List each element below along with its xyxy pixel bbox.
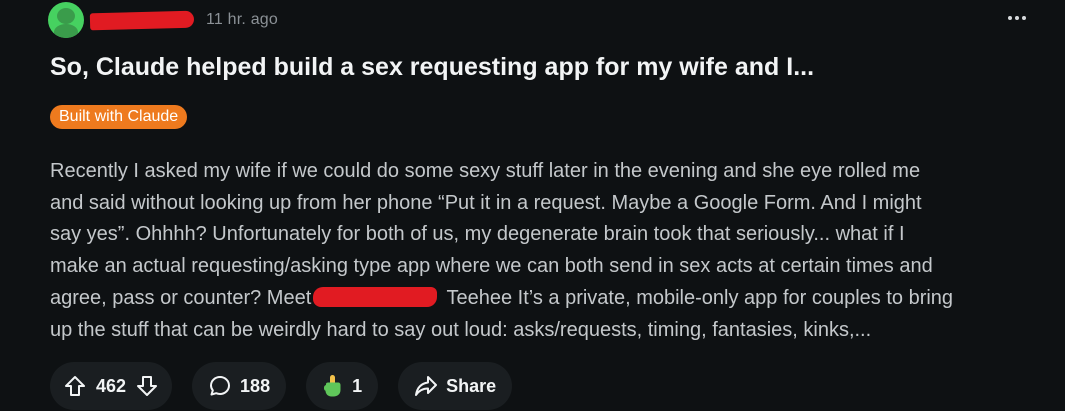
- award-hand-icon: [322, 374, 344, 398]
- app-name-redaction: [313, 286, 438, 307]
- post-header: 11 hr. ago: [48, 2, 278, 38]
- share-button[interactable]: Share: [398, 362, 513, 410]
- award-button[interactable]: 1: [306, 362, 379, 410]
- body-line: and said without looking up from her pho…: [50, 191, 922, 214]
- vote-control: 462: [50, 362, 173, 410]
- upvote-count: 462: [96, 375, 127, 396]
- comments-button[interactable]: 188: [192, 362, 287, 410]
- post-card: 11 hr. ago So, Claude helped build a sex…: [0, 0, 1065, 411]
- username-redaction: [89, 10, 195, 30]
- body-text: Teehee It’s a private, mobile-only app f…: [441, 286, 954, 309]
- body-line: Recently I asked my wife if we could do …: [50, 160, 921, 182]
- more-options-icon: [1008, 16, 1026, 20]
- body-line: make an actual requesting/asking type ap…: [50, 255, 933, 278]
- post-body: Recently I asked my wife if we could do …: [50, 156, 1050, 346]
- post-title[interactable]: So, Claude helped build a sex requesting…: [50, 53, 1030, 82]
- body-text: agree, pass or counter? Meet: [50, 286, 312, 309]
- avatar[interactable]: [48, 2, 84, 38]
- comment-bubble-icon: [210, 376, 231, 396]
- post-flair[interactable]: Built with Claude: [50, 105, 188, 129]
- share-label: Share: [446, 375, 497, 396]
- snoo-avatar-icon: [57, 8, 75, 24]
- body-line: up the stuff that can be weirdly hard to…: [50, 318, 872, 341]
- upvote-arrow-icon[interactable]: [64, 375, 86, 397]
- downvote-arrow-icon[interactable]: [136, 375, 158, 397]
- body-line: say yes”. Ohhhh? Unfortunately for both …: [50, 223, 905, 246]
- action-bar: 462 188 1 Share: [50, 362, 513, 410]
- award-count: 1: [352, 375, 363, 396]
- more-options-button[interactable]: [1005, 6, 1029, 30]
- comment-count: 188: [240, 375, 271, 396]
- share-arrow-icon: [415, 376, 438, 396]
- body-line: agree, pass or counter? Meet Teehee It’s…: [50, 283, 1050, 315]
- post-time: 11 hr. ago: [206, 11, 278, 28]
